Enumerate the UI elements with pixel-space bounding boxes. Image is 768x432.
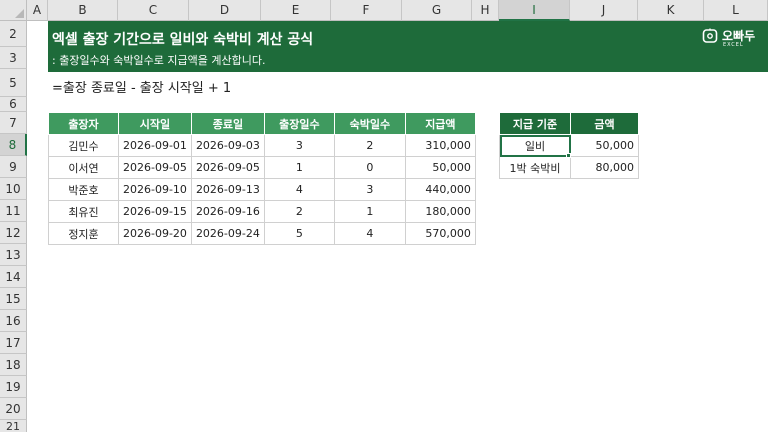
row-header-12[interactable]: 12: [0, 222, 27, 244]
row-header-15[interactable]: 15: [0, 288, 27, 310]
row-header-17[interactable]: 17: [0, 332, 27, 354]
row-header-8[interactable]: 8: [0, 134, 27, 156]
cell-amount[interactable]: 80,000: [570, 156, 639, 179]
cell-nights[interactable]: 4: [333, 222, 406, 245]
column-header-l[interactable]: L: [704, 0, 768, 21]
column-header-k[interactable]: K: [638, 0, 704, 21]
cell-end-date[interactable]: 2026-09-16: [190, 200, 265, 223]
column-header-b[interactable]: B: [48, 0, 118, 21]
owl-logo-icon: [702, 28, 718, 43]
row-header-14[interactable]: 14: [0, 266, 27, 288]
cell-trip-days[interactable]: 4: [263, 178, 335, 201]
cell-start-date[interactable]: 2026-09-01: [118, 134, 192, 157]
row-header-13[interactable]: 13: [0, 244, 27, 266]
column-header-d[interactable]: D: [189, 0, 261, 21]
cell-traveler[interactable]: 박준호: [48, 178, 119, 201]
table-row: 정지훈 2026-09-20 2026-09-24 5 4 570,000: [48, 222, 476, 245]
column-header-f[interactable]: F: [331, 0, 402, 21]
cell-trip-days[interactable]: 3: [263, 134, 335, 157]
row-header-6[interactable]: 6: [0, 97, 27, 112]
select-all-triangle-icon: [15, 9, 24, 18]
cell-traveler[interactable]: 이서연: [48, 156, 119, 179]
fill-handle[interactable]: [566, 153, 571, 158]
column-header-c[interactable]: C: [118, 0, 189, 21]
page-title: 엑셀 출장 기간으로 일비와 숙박비 계산 공식: [52, 32, 314, 48]
header-start-date[interactable]: 시작일: [118, 112, 192, 135]
cell-trip-days[interactable]: 1: [263, 156, 335, 179]
row-header-20[interactable]: 20: [0, 398, 27, 420]
table-row: 1박 숙박비 80,000: [499, 156, 639, 179]
cell-start-date[interactable]: 2026-09-15: [118, 200, 192, 223]
row-header-7[interactable]: 7: [0, 112, 27, 134]
cell-payment[interactable]: 50,000: [404, 156, 476, 179]
row-header-10[interactable]: 10: [0, 178, 27, 200]
cell-payment[interactable]: 440,000: [404, 178, 476, 201]
rate-table: 지급 기준 금액 일비 50,000 1박 숙박비 80,000: [499, 112, 639, 179]
cell-amount[interactable]: 50,000: [570, 134, 639, 157]
page-subtitle: : 출장일수와 숙박일수로 지급액을 계산합니다.: [52, 54, 266, 67]
cell-trip-days[interactable]: 5: [263, 222, 335, 245]
cell-nights[interactable]: 1: [333, 200, 406, 223]
column-header-g[interactable]: G: [402, 0, 472, 21]
column-header-e[interactable]: E: [261, 0, 331, 21]
formula-note: =출장 종료일 - 출장 시작일 + 1: [52, 81, 232, 96]
cell-end-date[interactable]: 2026-09-24: [190, 222, 265, 245]
header-amount[interactable]: 금액: [570, 112, 639, 135]
row-header-18[interactable]: 18: [0, 354, 27, 376]
trip-table: 출장자 시작일 종료일 출장일수 숙박일수 지급액 김민수 2026-09-01…: [48, 112, 476, 245]
column-header-i[interactable]: I: [499, 0, 570, 21]
cell-traveler[interactable]: 정지훈: [48, 222, 119, 245]
cell-payment[interactable]: 180,000: [404, 200, 476, 223]
cell-nights[interactable]: 2: [333, 134, 406, 157]
header-trip-days[interactable]: 출장일수: [263, 112, 335, 135]
cell-trip-days[interactable]: 2: [263, 200, 335, 223]
cell-start-date[interactable]: 2026-09-10: [118, 178, 192, 201]
select-all-corner[interactable]: [0, 0, 27, 21]
row-header-11[interactable]: 11: [0, 200, 27, 222]
cell-payment[interactable]: 570,000: [404, 222, 476, 245]
cell-rate-basis-selected[interactable]: 일비: [499, 134, 571, 157]
column-header-j[interactable]: J: [570, 0, 638, 21]
rate-table-header-row: 지급 기준 금액: [499, 112, 639, 135]
header-payment[interactable]: 지급액: [404, 112, 476, 135]
cell-nights[interactable]: 0: [333, 156, 406, 179]
cell-end-date[interactable]: 2026-09-03: [190, 134, 265, 157]
cell-traveler[interactable]: 김민수: [48, 134, 119, 157]
row-header-16[interactable]: 16: [0, 310, 27, 332]
header-nights[interactable]: 숙박일수: [333, 112, 406, 135]
cell-rate-basis[interactable]: 1박 숙박비: [499, 156, 571, 179]
table-row: 김민수 2026-09-01 2026-09-03 3 2 310,000: [48, 134, 476, 157]
row-header-19[interactable]: 19: [0, 376, 27, 398]
column-header-h[interactable]: H: [472, 0, 499, 21]
row-header-9[interactable]: 9: [0, 156, 27, 178]
cell-end-date[interactable]: 2026-09-13: [190, 178, 265, 201]
column-header-a[interactable]: A: [27, 0, 48, 21]
brand-logo: 오빠두 EXCEL: [702, 28, 760, 48]
header-end-date[interactable]: 종료일: [190, 112, 265, 135]
cell-payment[interactable]: 310,000: [404, 134, 476, 157]
row-header-2[interactable]: 2: [0, 21, 27, 47]
logo-subtext: EXCEL: [723, 42, 744, 48]
table-row: 최유진 2026-09-15 2026-09-16 2 1 180,000: [48, 200, 476, 223]
table-row: 이서연 2026-09-05 2026-09-05 1 0 50,000: [48, 156, 476, 179]
cell-nights[interactable]: 3: [333, 178, 406, 201]
cell-start-date[interactable]: 2026-09-20: [118, 222, 192, 245]
header-rate-basis[interactable]: 지급 기준: [499, 112, 571, 135]
header-traveler[interactable]: 출장자: [48, 112, 119, 135]
cell-start-date[interactable]: 2026-09-05: [118, 156, 192, 179]
table-row: 박준호 2026-09-10 2026-09-13 4 3 440,000: [48, 178, 476, 201]
cell-end-date[interactable]: 2026-09-05: [190, 156, 265, 179]
row-header-3[interactable]: 3: [0, 47, 27, 69]
row-header-5[interactable]: 5: [0, 69, 27, 97]
row-header-21[interactable]: 21: [0, 420, 27, 432]
trip-table-header-row: 출장자 시작일 종료일 출장일수 숙박일수 지급액: [48, 112, 476, 135]
cell-traveler[interactable]: 최유진: [48, 200, 119, 223]
